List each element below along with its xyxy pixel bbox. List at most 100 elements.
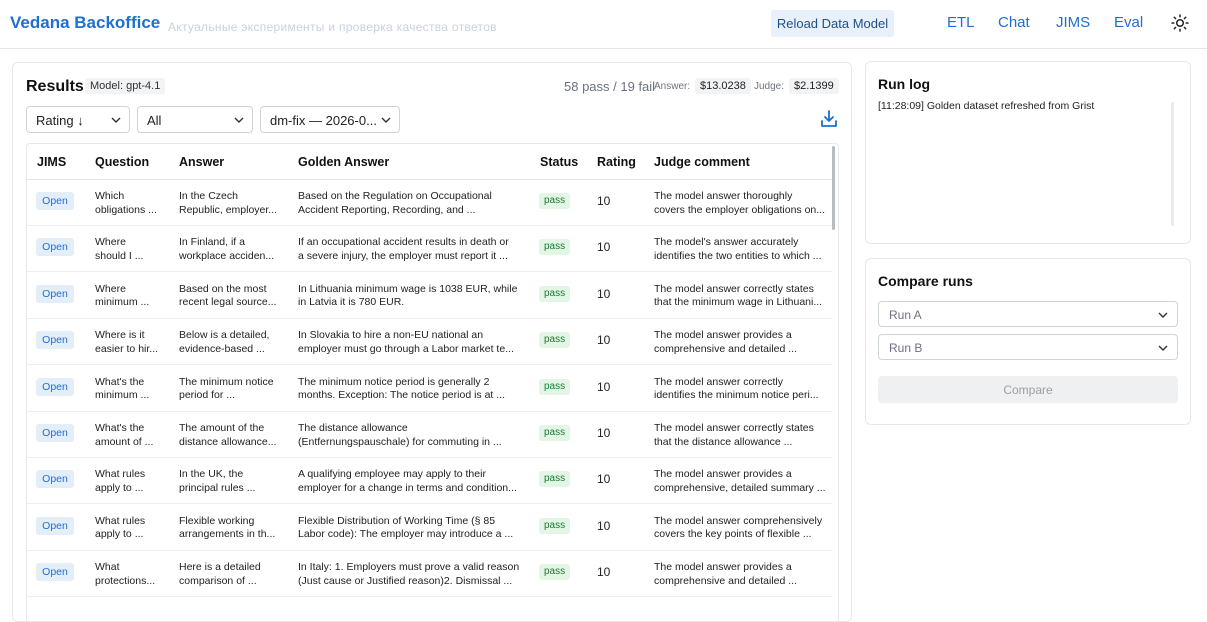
open-jims-button[interactable]: Open bbox=[36, 377, 74, 396]
col-golden-answer[interactable]: Golden Answer bbox=[298, 155, 389, 169]
cell-line: The model answer comprehensively bbox=[654, 514, 823, 527]
chevron-down-icon bbox=[111, 117, 121, 123]
cell-line: comprehensive, detailed summary ... bbox=[654, 481, 826, 494]
cell-a: The minimum notice period for ... bbox=[179, 376, 283, 403]
status-badge: pass bbox=[539, 517, 571, 534]
cell-line: Below is a detailed, bbox=[179, 329, 270, 342]
cell-line: covers the key points of flexible ... bbox=[654, 528, 812, 541]
run-a-select[interactable]: Run A bbox=[878, 301, 1178, 327]
table-scrollbar[interactable] bbox=[832, 146, 835, 230]
cell-line: The model answer correctly bbox=[654, 375, 783, 388]
cell-line: minimum ... bbox=[95, 296, 150, 309]
sun-icon[interactable] bbox=[1171, 14, 1189, 32]
open-jims-button[interactable]: Open bbox=[36, 470, 74, 489]
table-row: Open What's the minimum ... The minimum not… bbox=[27, 366, 832, 412]
rating-value: 10 bbox=[597, 379, 611, 394]
cell-line: comprehensive and detailed ... bbox=[654, 342, 798, 355]
run-log-panel: Run log [11:28:09] Golden dataset refres… bbox=[865, 61, 1191, 244]
cell-line: apply to ... bbox=[95, 528, 144, 541]
cell-line: In Italy: 1. Employers must prove a vali… bbox=[298, 561, 520, 574]
col-jims[interactable]: JIMS bbox=[37, 155, 66, 169]
rating-value: 10 bbox=[597, 518, 611, 533]
sort-select[interactable]: Rating ↓ bbox=[26, 106, 130, 133]
cell-line: period for ... bbox=[179, 389, 236, 402]
cell-j: The model answer thoroughly covers the em… bbox=[654, 190, 830, 217]
cell-line: arrangements in th... bbox=[179, 528, 276, 541]
open-jims-button[interactable]: Open bbox=[36, 331, 74, 350]
cell-j: The model's answer accurately identifies … bbox=[654, 236, 830, 263]
run-log-line: [11:28:09] Golden dataset refreshed from… bbox=[878, 100, 1095, 112]
status-filter-select[interactable]: All bbox=[137, 106, 253, 133]
judge-cost-label: Judge: bbox=[754, 81, 785, 92]
cell-line: (Entfernungspauschale) for commuting in … bbox=[298, 435, 502, 448]
cell-g: The distance allowance (Entfernungspausch… bbox=[298, 422, 526, 449]
run-log-scrollbar[interactable] bbox=[1171, 102, 1174, 226]
open-jims-button[interactable]: Open bbox=[36, 516, 74, 535]
results-panel: Results Model: gpt-4.1 58 pass / 19 fail… bbox=[12, 62, 852, 622]
col-answer[interactable]: Answer bbox=[179, 155, 224, 169]
cell-g: A qualifying employee may apply to their… bbox=[298, 468, 526, 495]
cell-a: The amount of the distance allowance... bbox=[179, 422, 283, 449]
col-judge-comment[interactable]: Judge comment bbox=[654, 155, 750, 169]
nav-etl[interactable]: ETL bbox=[947, 14, 975, 31]
judge-cost-badge: $2.1399 bbox=[789, 78, 839, 94]
cell-line: Which bbox=[95, 190, 125, 202]
brand-subtitle: Актуальные эксперименты и проверка качес… bbox=[168, 20, 497, 34]
compare-runs-title: Compare runs bbox=[878, 273, 973, 289]
cell-line: evidence-based ... bbox=[179, 342, 265, 355]
rating-value: 10 bbox=[597, 333, 611, 348]
cell-q: Which obligations ... bbox=[95, 190, 165, 217]
cell-g: Based on the Regulation on Occupational A… bbox=[298, 190, 526, 217]
cell-line: What's the bbox=[95, 422, 145, 434]
cell-line: Based on the most bbox=[179, 282, 267, 295]
rating-value: 10 bbox=[597, 194, 611, 208]
compare-button[interactable]: Compare bbox=[878, 376, 1178, 403]
open-jims-button[interactable]: Open bbox=[36, 238, 74, 257]
cell-line: Where bbox=[95, 236, 126, 249]
cell-line: The model answer provides a bbox=[654, 468, 792, 481]
rating-value: 10 bbox=[597, 286, 611, 301]
cell-line: The model answer correctly states bbox=[654, 422, 814, 434]
open-jims-button[interactable]: Open bbox=[36, 563, 74, 582]
run-select[interactable]: dm-fix — 2026-0... bbox=[260, 106, 400, 133]
cell-a: In the Czech Republic, employer... bbox=[179, 190, 283, 217]
cell-q: Where minimum ... bbox=[95, 283, 165, 310]
nav-eval[interactable]: Eval bbox=[1114, 14, 1143, 31]
nav-chat[interactable]: Chat bbox=[998, 14, 1030, 31]
compare-runs-panel: Compare runs Run A Run B Compare bbox=[865, 258, 1191, 425]
cell-line: If an occupational accident results in d… bbox=[298, 236, 509, 249]
cell-line: What rules bbox=[95, 468, 146, 481]
col-status[interactable]: Status bbox=[540, 155, 578, 169]
status-filter-value: All bbox=[147, 113, 162, 128]
reload-data-model-button[interactable]: Reload Data Model bbox=[771, 10, 894, 37]
cell-line: in Latvia it is 780 EUR. bbox=[298, 296, 405, 309]
cell-line: comparison of ... bbox=[179, 574, 257, 587]
open-jims-button[interactable]: Open bbox=[36, 284, 74, 303]
col-question[interactable]: Question bbox=[95, 155, 149, 169]
status-badge: pass bbox=[539, 239, 571, 256]
cell-line: that the distance allowance ... bbox=[654, 435, 793, 448]
cell-line: What bbox=[95, 561, 120, 574]
table-row: Open Where should I ... In Finland, if a wor… bbox=[27, 226, 832, 273]
cell-line: should I ... bbox=[95, 249, 144, 262]
cell-line: Based on the Regulation on Occupational bbox=[298, 190, 492, 202]
answer-cost-badge: $13.0238 bbox=[695, 78, 751, 94]
open-jims-button[interactable]: Open bbox=[36, 192, 74, 210]
cell-line: The model answer thoroughly bbox=[654, 190, 793, 202]
cell-a: Flexible working arrangements in th... bbox=[179, 515, 283, 542]
cell-line: The model answer provides a bbox=[654, 329, 792, 342]
download-icon[interactable] bbox=[819, 109, 839, 129]
run-b-select[interactable]: Run B bbox=[878, 334, 1178, 360]
cell-line: (Just cause or Justified reason)2. Dismi… bbox=[298, 574, 513, 587]
cell-line: that the minimum wage in Lithuani... bbox=[654, 296, 823, 309]
cell-line: The model's answer accurately bbox=[654, 236, 799, 249]
brand-title[interactable]: Vedana Backoffice bbox=[10, 13, 160, 33]
pass-fail-summary: 58 pass / 19 fail bbox=[564, 79, 656, 94]
cell-q: What rules apply to ... bbox=[95, 468, 165, 495]
open-jims-button[interactable]: Open bbox=[36, 424, 74, 442]
nav-jims[interactable]: JIMS bbox=[1056, 14, 1090, 31]
chevron-down-icon bbox=[1158, 345, 1168, 351]
cell-j: The model answer correctly identifies the… bbox=[654, 376, 830, 403]
cell-j: The model answer comprehensively covers t… bbox=[654, 515, 830, 542]
col-rating[interactable]: Rating bbox=[597, 155, 636, 169]
